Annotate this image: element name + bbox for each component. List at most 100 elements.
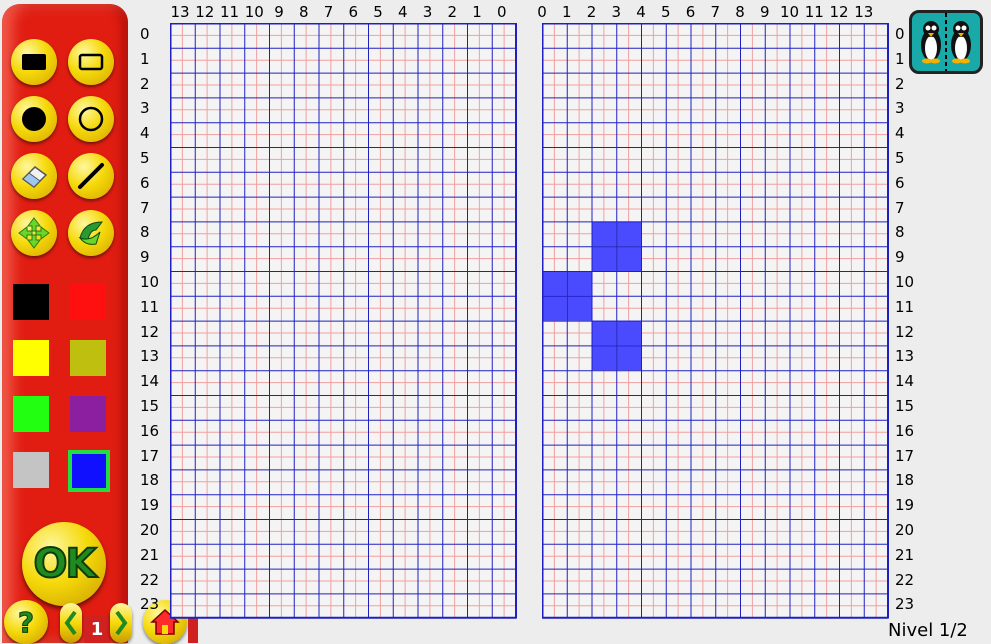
- ok-button[interactable]: OK: [22, 522, 106, 606]
- left-column-label: 13: [170, 3, 190, 21]
- right-column-label: 11: [804, 3, 824, 21]
- left-row-label: 10: [140, 273, 160, 291]
- right-row-label: 9: [895, 248, 905, 267]
- left-column-label: 1: [472, 3, 482, 21]
- color-swatch-yellow[interactable]: [13, 340, 49, 376]
- filled-cell[interactable]: [542, 271, 567, 296]
- filled-cell[interactable]: [591, 345, 617, 371]
- help-button[interactable]: ?: [4, 600, 48, 644]
- level-number: 1: [84, 615, 110, 643]
- filled-cell[interactable]: [591, 221, 617, 247]
- left-column-label: 3: [422, 3, 433, 21]
- right-row-label: 16: [895, 421, 915, 440]
- left-column-label: 5: [373, 3, 383, 21]
- filled-cell[interactable]: [616, 345, 641, 371]
- ok-button-label: OK: [33, 540, 98, 588]
- filled-cell[interactable]: [566, 271, 592, 296]
- left-column-label: 9: [274, 3, 284, 21]
- right-row-label: 12: [895, 322, 915, 341]
- filled-cell[interactable]: [542, 295, 567, 321]
- color-swatch-gray[interactable]: [13, 452, 49, 488]
- right-row-label: 22: [895, 570, 915, 589]
- filled-cell[interactable]: [616, 221, 641, 247]
- flip-tool-button[interactable]: [68, 210, 114, 256]
- left-row-label: 3: [140, 99, 150, 118]
- outline-rectangle-icon: [78, 53, 104, 71]
- color-swatch-black[interactable]: [13, 284, 49, 320]
- color-swatch-red[interactable]: [70, 284, 106, 320]
- move-tool-button[interactable]: [11, 210, 57, 256]
- filled-cell[interactable]: [591, 246, 617, 271]
- flip-icon: [78, 221, 104, 245]
- left-row-label: 18: [140, 471, 160, 490]
- right-row-label: 2: [895, 74, 905, 93]
- line-tool-button[interactable]: [68, 153, 114, 199]
- left-row-label: 14: [140, 372, 160, 391]
- right-column-label: 12: [829, 3, 849, 21]
- eraser-tool-button[interactable]: [11, 153, 57, 199]
- right-row-label: 18: [895, 471, 915, 490]
- mirror-button[interactable]: [909, 10, 983, 74]
- left-column-label: 11: [219, 3, 240, 21]
- right-row-label: 10: [895, 273, 915, 291]
- right-column-label: 9: [759, 3, 770, 21]
- right-column-label: 4: [636, 3, 646, 21]
- right-row-label: 7: [895, 198, 905, 217]
- filled-rectangle-tool-button[interactable]: [11, 39, 57, 85]
- filled-cell[interactable]: [616, 246, 641, 271]
- previous-level-button[interactable]: [60, 603, 82, 643]
- left-row-label: 22: [140, 570, 160, 589]
- outline-circle-tool-button[interactable]: [68, 96, 114, 142]
- outline-rectangle-tool-button[interactable]: [68, 39, 114, 85]
- left-row-label: 6: [140, 173, 150, 192]
- filled-cell[interactable]: [591, 320, 617, 346]
- right-column-label: 2: [586, 3, 597, 21]
- left-column-label: 2: [447, 3, 458, 21]
- right-column-label: 5: [660, 3, 671, 21]
- left-row-label: 4: [140, 124, 150, 143]
- right-column-label: 1: [561, 3, 572, 21]
- right-row-label: 6: [895, 173, 905, 192]
- right-row-label: 21: [895, 545, 915, 564]
- right-row-label: 23: [895, 595, 915, 614]
- left-chevron-icon: [64, 610, 77, 636]
- right-column-label: 3: [611, 3, 622, 21]
- right-row-label: 19: [895, 496, 915, 515]
- right-chevron-icon: [115, 610, 128, 636]
- left-row-label: 21: [140, 545, 160, 564]
- right-column-label: 6: [685, 3, 696, 21]
- right-row-label: 15: [895, 397, 915, 415]
- left-row-label: 1: [140, 49, 150, 68]
- right-column-label: 13: [854, 3, 874, 21]
- left-row-label: 19: [140, 496, 160, 515]
- color-swatch-blue[interactable]: [68, 450, 110, 492]
- drawing-grid[interactable]: [542, 23, 892, 620]
- question-mark-icon: ?: [17, 606, 34, 638]
- color-swatch-green[interactable]: [13, 396, 49, 432]
- right-column-label: 7: [710, 3, 721, 21]
- right-column-label: 0: [537, 3, 547, 21]
- right-row-label: 1: [895, 49, 905, 68]
- filled-circle-tool-button[interactable]: [11, 96, 57, 142]
- color-swatch-purple[interactable]: [70, 396, 106, 432]
- level-status-text: Nivel 1/2: [888, 620, 968, 641]
- move-arrows-icon: [18, 217, 50, 249]
- left-row-label: 12: [140, 322, 160, 341]
- right-row-label: 13: [895, 347, 915, 366]
- color-swatch-olive[interactable]: [70, 340, 106, 376]
- eraser-icon: [21, 166, 48, 188]
- toolbar: OK: [2, 4, 128, 643]
- filled-circle-icon: [22, 107, 46, 131]
- filled-cell[interactable]: [616, 320, 641, 346]
- filled-cell[interactable]: [566, 295, 592, 321]
- left-row-label: 7: [140, 198, 150, 217]
- next-level-button[interactable]: [110, 603, 132, 643]
- right-row-label: 17: [895, 446, 915, 465]
- left-column-label: 12: [195, 3, 215, 21]
- left-row-label: 15: [140, 397, 160, 415]
- left-row-label: 0: [140, 25, 150, 43]
- line-icon: [78, 163, 104, 189]
- right-row-label: 4: [895, 124, 905, 143]
- right-row-label: 3: [895, 99, 905, 118]
- right-row-label: 8: [895, 223, 905, 242]
